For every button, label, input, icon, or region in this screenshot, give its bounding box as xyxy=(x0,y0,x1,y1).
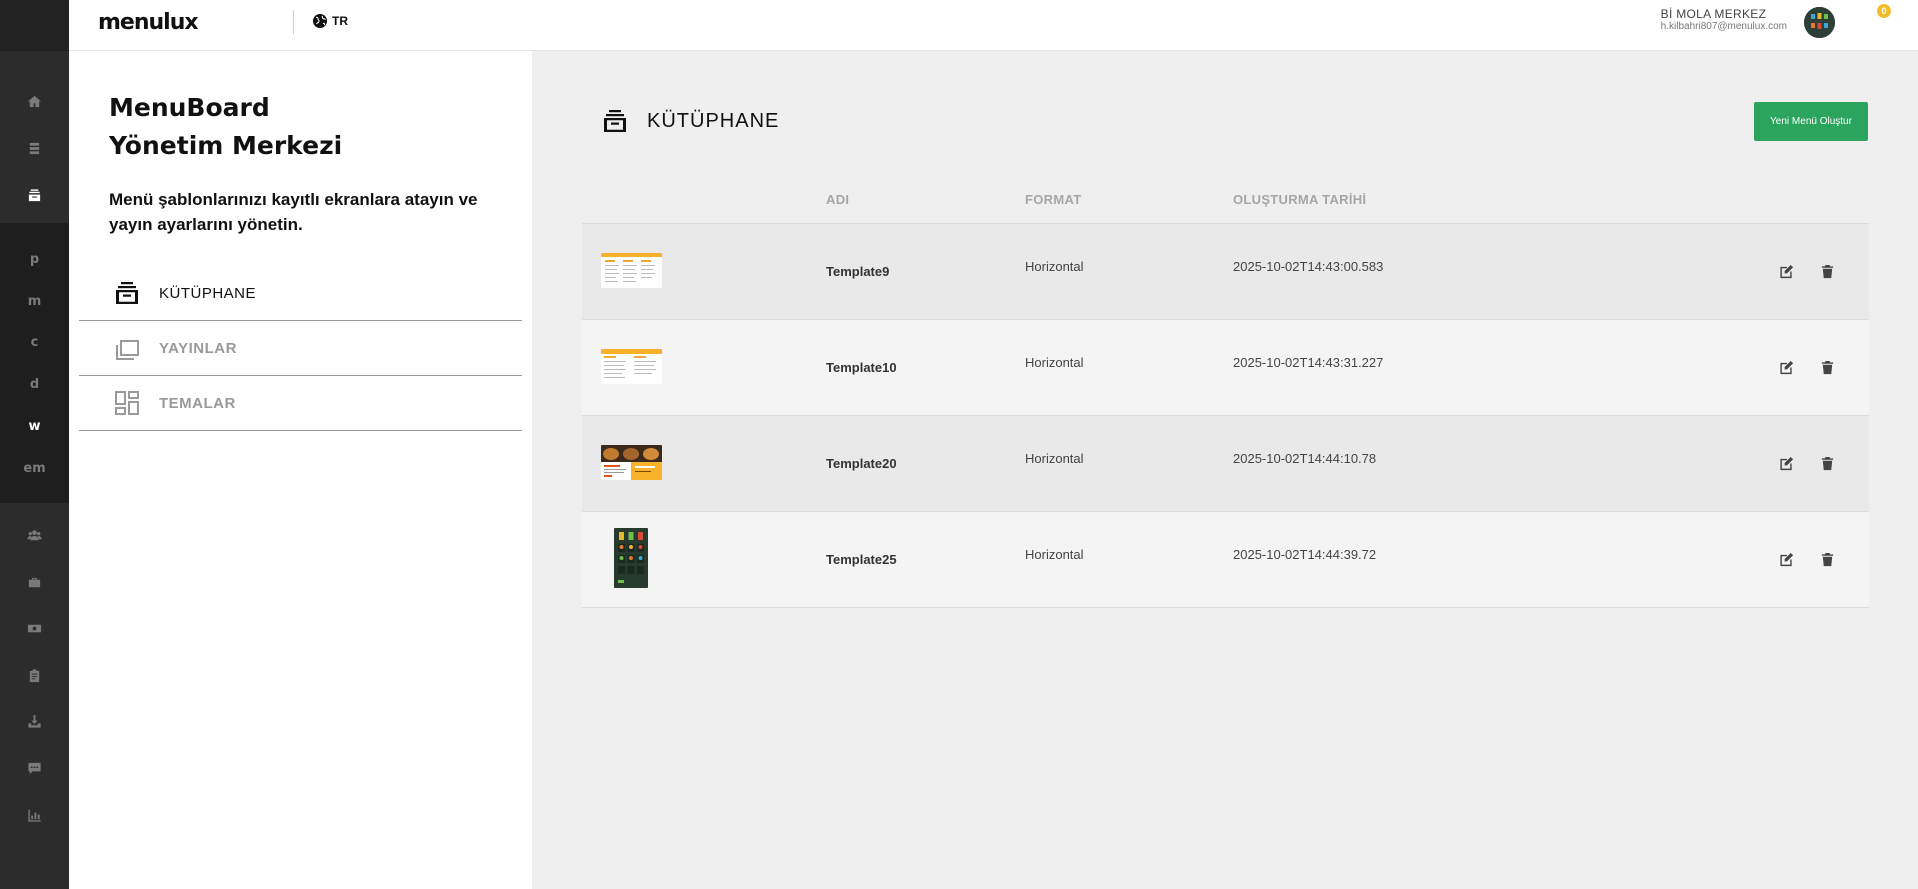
header-divider xyxy=(293,10,294,34)
user-email: h.kilbahri807@menulux.com xyxy=(1660,21,1787,32)
language-selector[interactable]: TR xyxy=(312,13,348,29)
clipboard-icon[interactable] xyxy=(0,660,69,690)
template-created: 2025-10-02T14:43:00.583 xyxy=(1233,259,1384,274)
money-icon[interactable] xyxy=(0,613,69,643)
template-created: 2025-10-02T14:43:31.227 xyxy=(1233,355,1384,370)
template-table: ADI FORMAT OLUŞTURMA TARİHİ Template9 Ho… xyxy=(582,171,1869,608)
library-icon xyxy=(604,110,626,132)
top-header: menulux TR Bİ MOLA MERKEZ h.kilbahri807@… xyxy=(69,0,1918,51)
briefcase-icon[interactable] xyxy=(0,567,69,597)
delete-icon[interactable] xyxy=(1818,358,1836,376)
edit-icon[interactable] xyxy=(1777,454,1795,472)
users-icon[interactable] xyxy=(0,520,69,550)
column-header-name[interactable]: ADI xyxy=(826,192,849,207)
new-menu-button[interactable]: Yeni Menü Oluştur xyxy=(1754,102,1868,141)
download-icon[interactable] xyxy=(0,706,69,736)
notification-badge[interactable]: 0 xyxy=(1877,4,1891,18)
themes-icon xyxy=(112,388,142,418)
edit-icon[interactable] xyxy=(1777,358,1795,376)
nav-item-themes[interactable]: TEMALAR xyxy=(79,376,522,431)
template-name[interactable]: Template20 xyxy=(826,456,897,471)
nav-item-library[interactable]: KÜTÜPHANE xyxy=(79,266,522,321)
template-name[interactable]: Template25 xyxy=(826,552,897,567)
delete-icon[interactable] xyxy=(1818,454,1836,472)
nav-item-broadcasts[interactable]: YAYINLAR xyxy=(79,321,522,376)
user-info[interactable]: Bİ MOLA MERKEZ h.kilbahri807@menulux.com xyxy=(1661,7,1787,32)
template-thumbnail[interactable] xyxy=(601,253,662,288)
avatar[interactable] xyxy=(1804,7,1835,38)
library-icon[interactable] xyxy=(0,180,69,210)
nav-label-broadcasts: YAYINLAR xyxy=(159,339,237,357)
edit-icon[interactable] xyxy=(1777,550,1795,568)
nav-label-library: KÜTÜPHANE xyxy=(159,284,257,302)
panel-nav: KÜTÜPHANE YAYINLAR TEMALAR xyxy=(79,266,522,431)
panel-title: MenuBoard Yönetim Merkezi xyxy=(109,89,429,165)
template-format: Horizontal xyxy=(1025,451,1084,466)
panel-description: Menü şablonlarınızı kayıtlı ekranlara at… xyxy=(109,190,478,234)
home-icon[interactable] xyxy=(0,86,69,116)
table-row[interactable]: Template25 Horizontal 2025-10-02T14:44:3… xyxy=(582,512,1869,608)
library-header: KÜTÜPHANE xyxy=(601,107,779,135)
chart-icon[interactable] xyxy=(0,800,69,830)
panel-title-line1: MenuBoard xyxy=(109,93,270,122)
template-format: Horizontal xyxy=(1025,259,1084,274)
template-format: Horizontal xyxy=(1025,547,1084,562)
template-name[interactable]: Template10 xyxy=(826,360,897,375)
chat-icon[interactable] xyxy=(0,753,69,783)
template-thumbnail[interactable] xyxy=(601,445,662,480)
page-title: KÜTÜPHANE xyxy=(647,109,780,132)
library-icon xyxy=(112,278,142,308)
rail-top xyxy=(0,0,69,51)
table-row[interactable]: Template20 Horizontal 2025-10-02T14:44:1… xyxy=(582,416,1869,512)
template-created: 2025-10-02T14:44:10.78 xyxy=(1233,451,1377,466)
rail-letter-w[interactable]: w xyxy=(0,411,69,441)
table-row[interactable]: Template9 Horizontal 2025-10-02T14:43:00… xyxy=(582,224,1869,320)
template-created: 2025-10-02T14:44:39.72 xyxy=(1233,547,1377,562)
avatar-image xyxy=(1804,7,1835,38)
list-icon[interactable] xyxy=(0,133,69,163)
table-header: ADI FORMAT OLUŞTURMA TARİHİ xyxy=(582,171,1869,224)
main-content: KÜTÜPHANE Yeni Menü Oluştur ADI FORMAT O… xyxy=(532,51,1918,889)
panel-title-line2: Yönetim Merkezi xyxy=(109,131,343,160)
screens-icon xyxy=(112,333,142,363)
globe-icon xyxy=(313,14,327,28)
template-thumbnail[interactable] xyxy=(601,349,662,384)
delete-icon[interactable] xyxy=(1818,550,1836,568)
rail-letter-d[interactable]: d xyxy=(0,369,69,399)
template-format: Horizontal xyxy=(1025,355,1084,370)
menulux-logo[interactable]: menulux xyxy=(98,10,199,35)
delete-icon[interactable] xyxy=(1818,262,1836,280)
rail-letter-c[interactable]: c xyxy=(0,327,69,357)
nav-label-themes: TEMALAR xyxy=(159,394,236,412)
table-row[interactable]: Template10 Horizontal 2025-10-02T14:43:3… xyxy=(582,320,1869,416)
template-thumbnail[interactable] xyxy=(614,528,648,588)
column-header-created[interactable]: OLUŞTURMA TARİHİ xyxy=(1233,192,1366,207)
side-rail: p m c d w em xyxy=(0,0,69,889)
rail-letter-em[interactable]: em xyxy=(0,453,69,483)
column-header-format[interactable]: FORMAT xyxy=(1025,192,1081,207)
rail-letter-m[interactable]: m xyxy=(0,286,69,316)
user-name: Bİ MOLA MERKEZ xyxy=(1660,7,1767,21)
edit-icon[interactable] xyxy=(1777,262,1795,280)
template-name[interactable]: Template9 xyxy=(826,264,889,279)
language-label: TR xyxy=(332,14,348,28)
management-panel: MenuBoard Yönetim Merkezi Menü şablonlar… xyxy=(69,51,532,889)
rail-letter-p[interactable]: p xyxy=(0,244,69,274)
